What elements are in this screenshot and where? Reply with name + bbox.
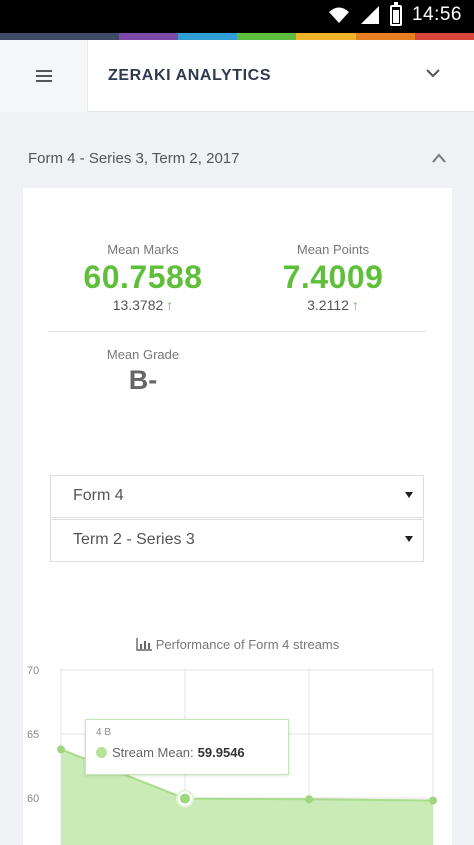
color-strip-segment [237, 33, 297, 40]
color-strip-segment [0, 33, 60, 40]
mean-marks-change: 13.3782 ↑ [68, 297, 218, 313]
form-select-value: Form 4 [73, 487, 124, 504]
section-title[interactable]: Form 4 - Series 3, Term 2, 2017 [28, 150, 239, 167]
stats-divider [48, 331, 426, 332]
color-strip-segment [296, 33, 356, 40]
brand-color-strip [0, 33, 474, 40]
tooltip-series: Stream Mean: 59.9546 [96, 745, 245, 760]
data-point [178, 791, 192, 806]
tooltip-category: 4 B [96, 727, 112, 738]
mean-grade-label: Mean Grade [106, 347, 180, 362]
color-strip-segment [414, 33, 474, 40]
tooltip-label: Stream Mean: [112, 745, 194, 760]
chevron-down-icon[interactable] [426, 66, 440, 80]
term-select-value: Term 2 - Series 3 [73, 531, 195, 548]
chart-title: Performance of Form 4 streams [23, 637, 452, 652]
color-strip-segment [59, 33, 119, 40]
mean-points-change: 3.2112 ↑ [258, 297, 408, 313]
form-select[interactable]: Form 4 [50, 475, 424, 518]
mean-grade-value: B- [128, 365, 158, 395]
mean-marks-value: 60.7588 [83, 259, 203, 295]
battery-icon [389, 1, 402, 26]
trend-up-icon: ↑ [166, 297, 174, 313]
app-title: ZERAKI ANALYTICS [108, 67, 272, 84]
chevron-up-icon[interactable] [432, 152, 446, 164]
mean-grade-stat: Mean Grade B- [68, 347, 218, 396]
bar-chart-icon [136, 638, 152, 651]
y-tick-label: 70 [27, 665, 39, 677]
series-marker-icon [96, 747, 107, 758]
hamburger-icon [35, 70, 52, 82]
summary-card: Mean Marks 60.7588 13.3782 ↑ Mean Points … [23, 188, 452, 845]
trend-up-icon: ↑ [351, 297, 359, 313]
data-point [305, 795, 313, 804]
mean-points-label: Mean Points [296, 242, 370, 257]
mean-marks-change-value: 13.3782 [112, 297, 164, 313]
mean-marks-label: Mean Marks [107, 242, 179, 257]
app-bar: ZERAKI ANALYTICS [0, 40, 474, 112]
wifi-icon [328, 7, 349, 23]
term-select[interactable]: Term 2 - Series 3 [50, 519, 424, 562]
status-bar: 14:56 [0, 0, 474, 33]
menu-button[interactable] [0, 40, 88, 112]
color-strip-segment [118, 33, 178, 40]
color-strip-segment [177, 33, 237, 40]
caret-down-icon [405, 492, 413, 498]
mean-points-change-value: 3.2112 [307, 297, 349, 313]
tooltip-value: 59.9546 [197, 745, 245, 760]
caret-down-icon [405, 536, 413, 542]
signal-icon [360, 6, 379, 24]
chart-tooltip: 4 B Stream Mean: 59.9546 [85, 719, 289, 775]
data-point [57, 745, 65, 754]
mean-points-stat: Mean Points 7.4009 3.2112 ↑ [258, 242, 408, 313]
mean-points-value: 7.4009 [282, 259, 384, 295]
data-point [429, 796, 437, 805]
mean-marks-stat: Mean Marks 60.7588 13.3782 ↑ [68, 242, 218, 313]
y-tick-label: 65 [27, 729, 39, 741]
chart-title-text: Performance of Form 4 streams [155, 637, 340, 652]
color-strip-segment [355, 33, 415, 40]
y-tick-label: 60 [27, 793, 39, 805]
clock: 14:56 [411, 4, 462, 25]
